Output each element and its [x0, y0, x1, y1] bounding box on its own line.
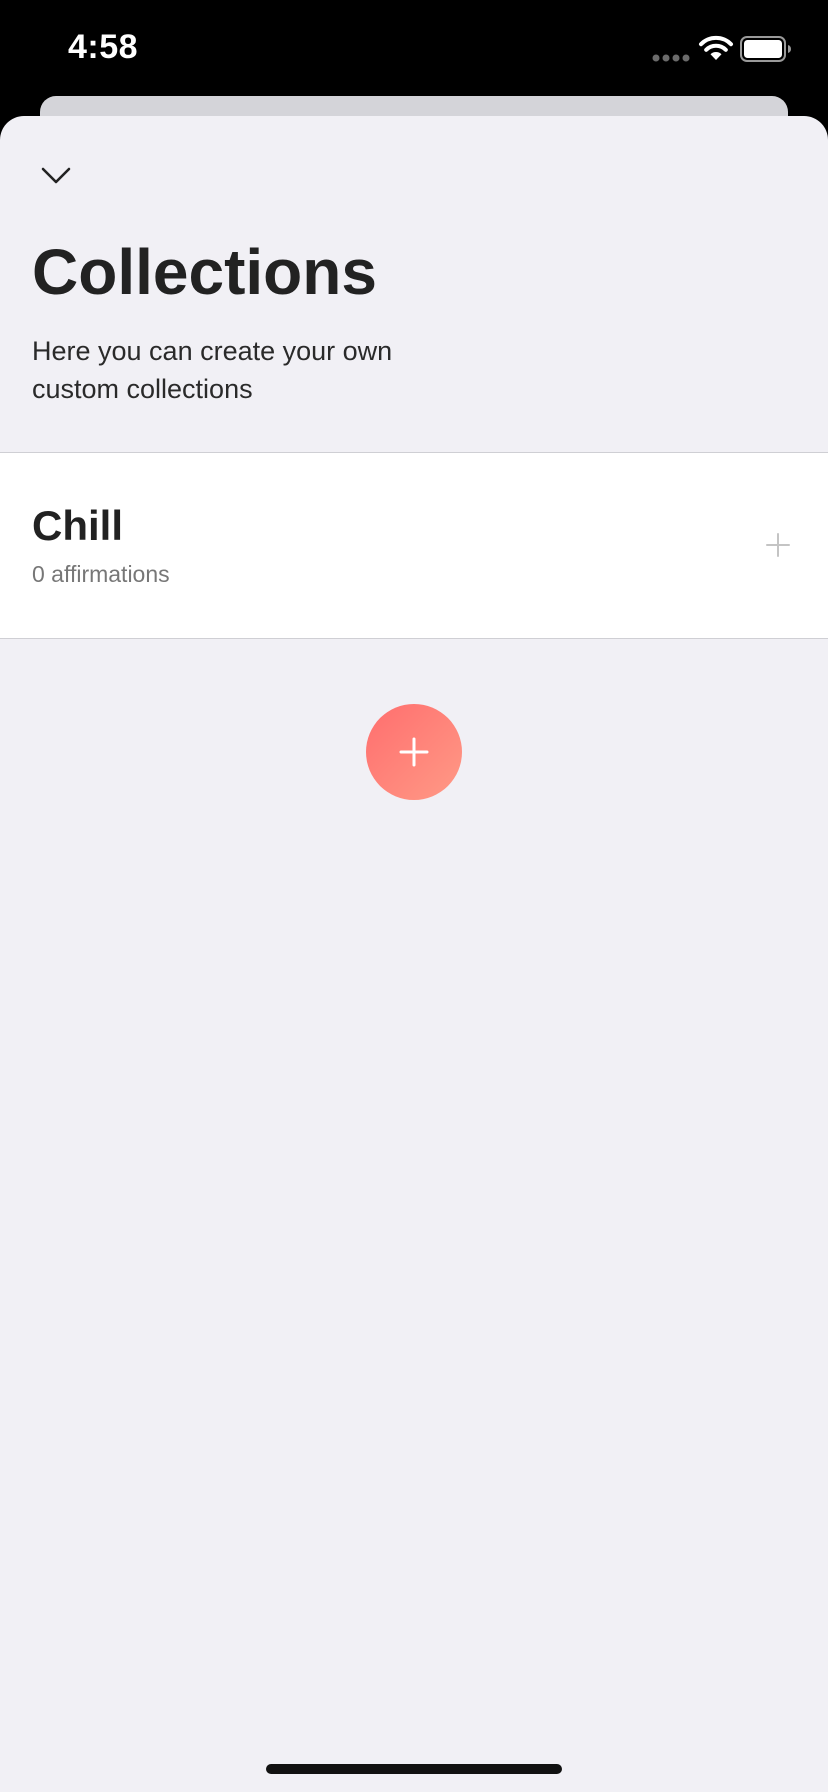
plus-icon — [766, 533, 790, 557]
collection-name: Chill — [32, 502, 123, 549]
collection-item[interactable]: Chill 0 affirmations — [0, 453, 828, 638]
add-collection-button[interactable] — [366, 704, 462, 800]
battery-icon — [740, 36, 791, 62]
close-button[interactable] — [30, 150, 82, 202]
home-indicator — [266, 1764, 562, 1774]
add-to-collection-button[interactable] — [758, 525, 798, 565]
status-time: 4:58 — [68, 28, 139, 66]
collections-sheet: Collections Here you can create your own… — [0, 116, 828, 1792]
status-bar: 4:58 — [0, 0, 828, 96]
wifi-icon — [699, 35, 733, 60]
cellular-signal-icon — [652, 54, 690, 62]
collection-affirmation-count: 0 affirmations — [32, 561, 170, 587]
page-subtitle: Here you can create your own custom coll… — [32, 336, 393, 404]
plus-icon — [399, 737, 429, 767]
collections-list: Chill 0 affirmations — [0, 452, 828, 639]
page-title: Collections — [32, 236, 377, 308]
chevron-down-icon — [41, 167, 71, 184]
